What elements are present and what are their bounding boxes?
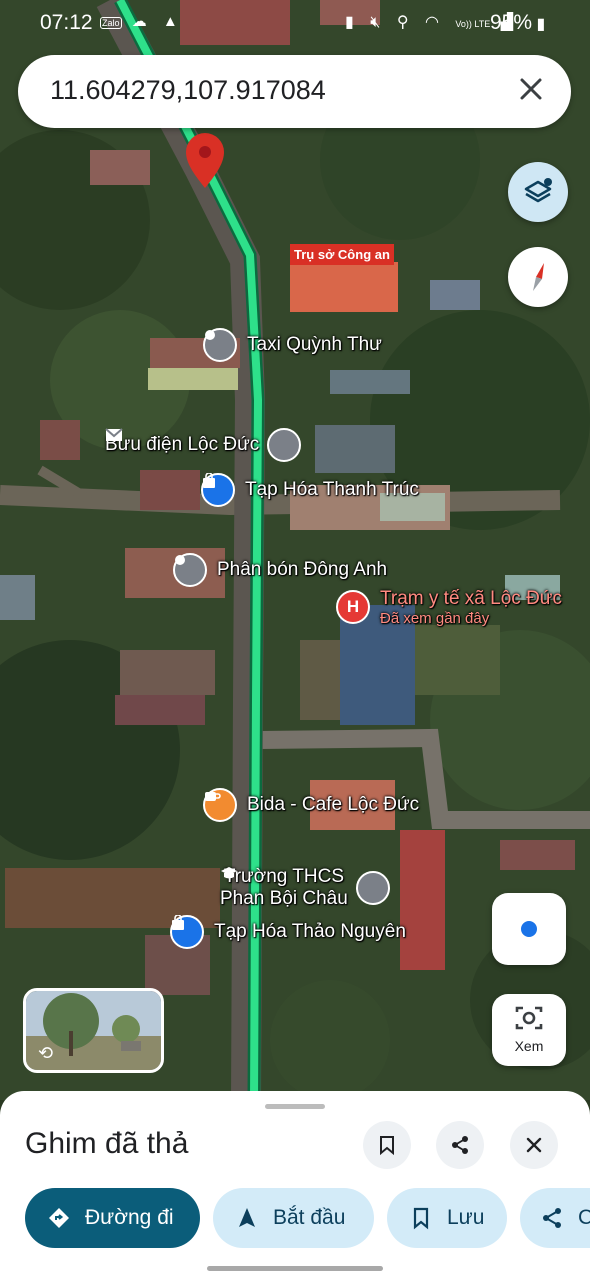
bookmark-icon [380,1136,394,1156]
lens-button[interactable]: Xem [492,994,566,1066]
shopping-bag-icon [170,915,204,949]
battery-icon: ▮ [532,16,546,33]
bookmark-icon [409,1206,433,1230]
mail-icon [105,428,302,462]
notification-icons: Zalo ☁ ▲ [100,12,184,30]
shopping-bag-icon [201,473,235,507]
rotate-360-icon: ⟲ [38,1043,54,1063]
layers-icon [524,178,552,203]
mute-icon: 🔇︎ [370,14,387,31]
sim-icon: ▮ [345,14,360,31]
map-label-police[interactable]: Trụ sở Công an [290,244,394,265]
volte-icon: Vo)) LTE [455,19,491,29]
save-button[interactable]: Lưu [387,1188,507,1248]
poi-grocery-thao-nguyen[interactable]: Tạp Hóa Thảo Nguyên [170,915,406,949]
place-marker-icon [203,328,237,362]
poi-grocery-thanh-truc[interactable]: Tạp Hóa Thanh Trúc [201,473,419,507]
poi-school[interactable]: Trường THCS Phan Bội Châu [220,866,390,910]
gesture-nav-bar[interactable] [207,1266,383,1271]
poi-fertilizer[interactable]: Phân bón Đông Anh [173,553,387,587]
status-bar: 07:12 Zalo ☁ ▲ ▮ 🔇︎ ⚲ ◠ Vo)) LTE ▟ 95% ▮ [0,0,590,46]
share-icon [452,1136,468,1154]
my-location-icon [519,919,539,939]
camera-lens-icon [515,1006,543,1030]
navigation-arrow-icon [235,1206,259,1230]
search-query[interactable]: 11.604279,107.917084 [50,75,326,106]
place-title: Ghim đã thả [25,1127,189,1160]
bookmark-button[interactable] [363,1121,411,1169]
coffee-cup-icon [203,788,237,822]
street-view-thumbnail[interactable]: ⟲ [23,988,164,1073]
share-chip-button[interactable]: C [520,1188,590,1248]
compass-button[interactable] [508,247,568,307]
poi-taxi[interactable]: Taxi Quỳnh Thư [203,328,382,362]
directions-button[interactable]: Đường đi [25,1188,200,1248]
alert-icon: ▲ [162,13,184,30]
poi-cafe[interactable]: Bida - Cafe Lộc Đức [203,788,419,822]
wifi-icon: ◠ [424,14,445,31]
my-location-button[interactable] [492,893,566,965]
graduation-cap-icon [221,867,390,905]
place-marker-icon [173,553,207,587]
lens-label: Xem [514,1038,544,1054]
battery-level: 95% ▮ [490,11,546,34]
close-icon[interactable] [513,71,549,107]
search-bar[interactable]: 11.604279,107.917084 [18,55,571,128]
share-button[interactable] [436,1121,484,1169]
close-icon [526,1137,542,1153]
layers-button[interactable] [508,162,568,222]
directions-icon [47,1206,71,1230]
hospital-icon: H [336,590,370,624]
close-sheet-button[interactable] [510,1121,558,1169]
drag-handle[interactable] [265,1104,325,1109]
location-icon: ⚲ [396,14,415,31]
compass-icon [533,263,544,291]
start-navigation-button[interactable]: Bắt đầu [213,1188,374,1248]
zalo-icon: Zalo [100,17,122,29]
place-sheet[interactable]: Ghim đã thả Đường đi Bắt đầu Lưu C [0,1091,590,1280]
status-time: 07:12 [40,11,93,34]
poi-post-office[interactable]: Bưu điện Lộc Đức [105,428,302,462]
poi-health-station[interactable]: H Trạm y tế xã Lộc Đức Đã xem gần đây [336,588,562,627]
cloud-icon: ☁ [131,13,153,30]
share-icon [540,1206,564,1230]
